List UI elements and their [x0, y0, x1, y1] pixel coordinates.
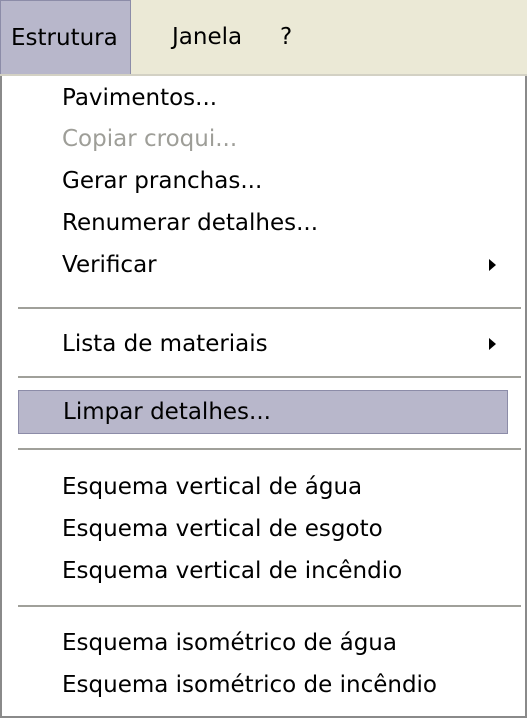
menu-bar: Estrutura Janela ?: [0, 0, 527, 76]
estrutura-dropdown-menu: Pavimentos... Copiar croqui... Gerar pra…: [0, 76, 527, 718]
menu-item-verificar[interactable]: Verificar: [18, 245, 508, 285]
menu-item-verificar-label: Verificar: [62, 252, 157, 278]
menu-item-pavimentos[interactable]: Pavimentos...: [18, 78, 508, 118]
submenu-arrow-icon: [489, 338, 496, 350]
menu-janela[interactable]: Janela: [162, 0, 254, 74]
menu-item-esquema-isometrico-incendio[interactable]: Esquema isométrico de incêndio: [18, 665, 508, 705]
menu-separator: [18, 376, 521, 378]
menu-item-copiar-croqui: Copiar croqui...: [62, 126, 238, 152]
menu-separator: [18, 448, 521, 450]
menu-item-esquema-vertical-esgoto[interactable]: Esquema vertical de esgoto: [18, 509, 508, 549]
menu-item-esquema-vertical-agua[interactable]: Esquema vertical de água: [18, 467, 508, 507]
menu-item-esquema-vertical-incendio[interactable]: Esquema vertical de incêndio: [18, 551, 508, 591]
menu-help[interactable]: ?: [270, 0, 304, 74]
menu-estrutura[interactable]: Estrutura: [0, 0, 131, 74]
menu-item-renumerar-detalhes[interactable]: Renumerar detalhes...: [18, 203, 508, 243]
menu-separator: [18, 307, 521, 309]
menu-item-lista-de-materiais-label: Lista de materiais: [62, 331, 268, 357]
app-window: Estrutura Janela ? Pavimentos... Copiar …: [0, 0, 527, 718]
menu-item-esquema-isometrico-agua[interactable]: Esquema isométrico de água: [18, 623, 508, 663]
submenu-arrow-icon: [489, 259, 496, 271]
menu-item-limpar-detalhes[interactable]: Limpar detalhes...: [18, 390, 508, 434]
menu-item-gerar-pranchas[interactable]: Gerar pranchas...: [18, 161, 508, 201]
menu-separator: [18, 605, 521, 607]
menu-item-lista-de-materiais[interactable]: Lista de materiais: [18, 324, 508, 364]
